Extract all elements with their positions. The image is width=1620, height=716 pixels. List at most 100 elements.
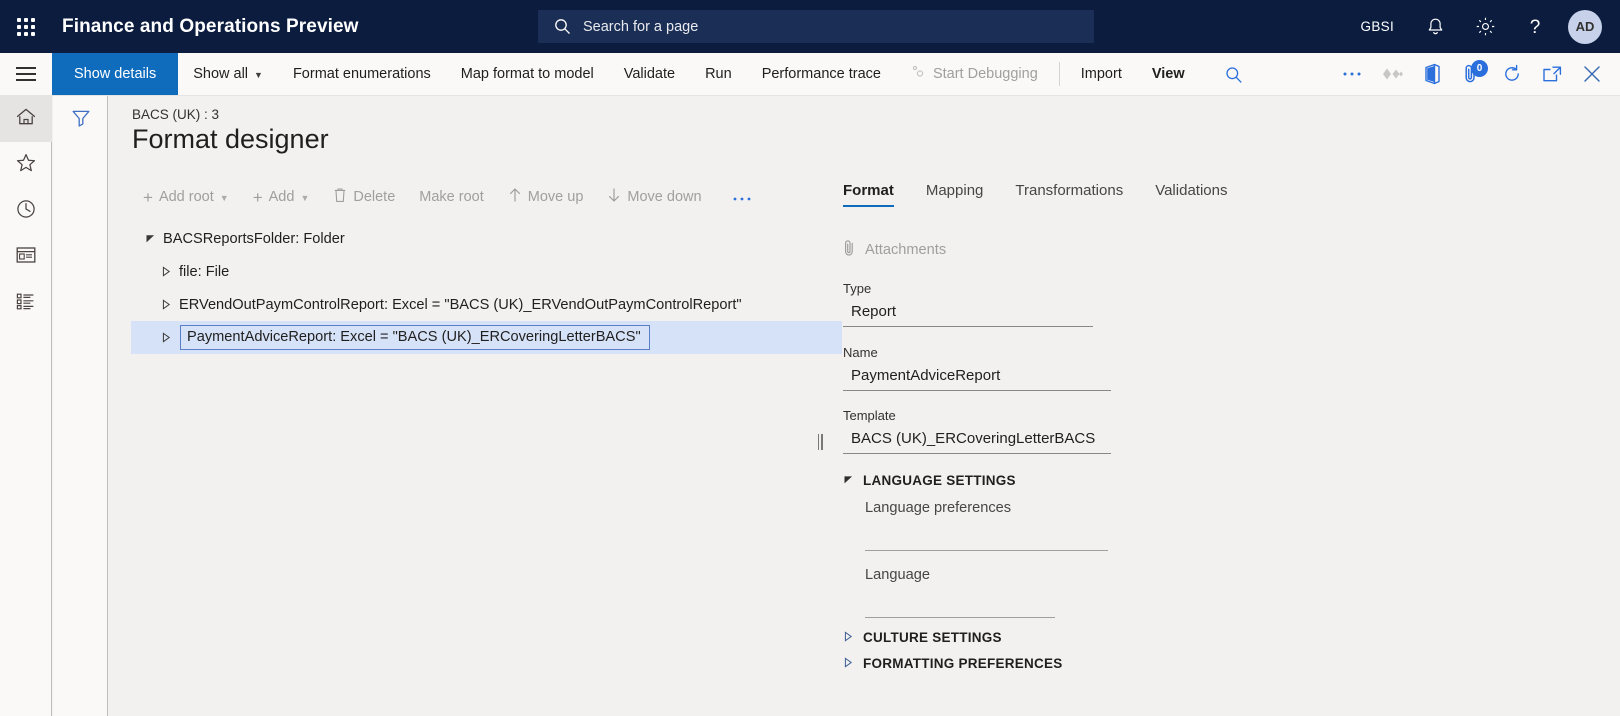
gear-icon[interactable] — [1460, 0, 1510, 53]
company-selector[interactable]: GBSI — [1345, 0, 1410, 53]
collapsed-triangle-icon[interactable] — [153, 299, 179, 310]
overflow-ellipsis-icon — [732, 187, 752, 207]
group-culture-settings-label: CULTURE SETTINGS — [863, 630, 1002, 645]
add-root-button[interactable]: + Add root ▼ — [131, 182, 241, 212]
move-down-label: Move down — [627, 189, 702, 205]
field-type-value[interactable]: Report — [843, 300, 1093, 327]
trash-icon — [333, 187, 347, 207]
performance-trace-button[interactable]: Performance trace — [747, 53, 896, 95]
svg-text:?: ? — [1530, 17, 1541, 38]
bell-icon[interactable] — [1410, 0, 1460, 53]
office-app-icon[interactable] — [1412, 53, 1452, 96]
tree-node-root[interactable]: BACSReportsFolder: Folder — [131, 222, 851, 255]
format-enumerations-button[interactable]: Format enumerations — [278, 53, 446, 95]
top-bar-right-actions: GBSI ? AD — [1345, 0, 1620, 53]
collapsed-triangle-icon[interactable] — [153, 332, 179, 343]
group-formatting-preferences-label: FORMATTING PREFERENCES — [863, 656, 1063, 671]
avatar[interactable]: AD — [1568, 9, 1602, 44]
chevron-down-icon: ▼ — [254, 69, 263, 80]
move-down-button[interactable]: Move down — [595, 182, 713, 212]
field-name: Name PaymentAdviceReport — [843, 345, 1111, 391]
add-label: Add — [268, 189, 295, 205]
search-icon[interactable] — [1214, 53, 1254, 96]
tree-node-file[interactable]: file: File — [131, 255, 851, 288]
rail-item-home[interactable] — [0, 96, 52, 142]
collapsed-triangle-icon — [843, 656, 854, 671]
plus-icon: + — [143, 187, 153, 207]
field-type-label: Type — [843, 281, 872, 296]
refresh-icon[interactable] — [1492, 53, 1532, 96]
personalize-icon[interactable] — [1372, 53, 1412, 96]
performance-trace-label: Performance trace — [761, 66, 881, 82]
app-launcher-icon[interactable] — [0, 0, 52, 53]
show-details-button[interactable]: Show details — [52, 53, 179, 95]
show-details-label: Show details — [74, 66, 157, 82]
field-template-value[interactable]: BACS (UK)_ERCoveringLetterBACS — [843, 427, 1111, 454]
make-root-label: Make root — [419, 189, 484, 205]
group-language-settings[interactable]: LANGUAGE SETTINGS — [843, 473, 1016, 488]
field-name-value[interactable]: PaymentAdviceReport — [843, 364, 1111, 391]
pane-splitter-handle[interactable] — [816, 434, 824, 450]
hamburger-lines — [16, 67, 36, 81]
tree-node-label: file: File — [179, 263, 230, 280]
attachments-icon[interactable]: 0 — [1452, 53, 1492, 96]
tab-transformations-label: Transformations — [1015, 182, 1124, 199]
search-icon — [554, 18, 571, 35]
tree-node-label: BACSReportsFolder: Folder — [163, 230, 345, 247]
tab-validations[interactable]: Validations — [1139, 182, 1243, 207]
search-input[interactable]: Search for a page — [538, 10, 1094, 43]
attachments-badge: 0 — [1471, 59, 1488, 77]
modules-list-icon — [15, 291, 37, 316]
command-separator — [1058, 62, 1060, 86]
arrow-up-icon — [508, 187, 522, 207]
question-mark-icon[interactable]: ? — [1510, 0, 1560, 53]
show-all-button[interactable]: Show all ▼ — [178, 53, 278, 95]
move-up-button[interactable]: Move up — [496, 182, 596, 212]
rail-item-modules[interactable] — [0, 280, 52, 326]
rail-item-favorites[interactable] — [0, 142, 52, 188]
left-navigation-rail — [0, 96, 52, 716]
make-root-button[interactable]: Make root — [407, 182, 495, 212]
map-format-to-model-button[interactable]: Map format to model — [446, 53, 609, 95]
add-button[interactable]: + Add ▼ — [241, 182, 322, 212]
tab-transformations[interactable]: Transformations — [999, 182, 1139, 207]
import-button[interactable]: Import — [1066, 53, 1137, 95]
field-language-preferences-value[interactable] — [865, 516, 1108, 550]
rail-item-recent[interactable] — [0, 188, 52, 234]
command-bar: Show details Show all ▼ Format enumerati… — [0, 53, 1620, 96]
move-up-label: Move up — [527, 189, 584, 205]
tree-toolbar: + Add root ▼ + Add ▼ Delete Make root Mo… — [131, 182, 764, 212]
open-in-new-window-icon[interactable] — [1532, 53, 1572, 96]
run-button[interactable]: Run — [690, 53, 747, 95]
filter-pane — [53, 96, 108, 716]
overflow-ellipsis-icon[interactable] — [1332, 53, 1372, 96]
expanded-triangle-icon[interactable] — [137, 233, 163, 244]
import-label: Import — [1080, 66, 1122, 82]
validate-label: Validate — [623, 66, 676, 82]
tree-overflow-button[interactable] — [714, 182, 764, 212]
tab-mapping[interactable]: Mapping — [910, 182, 1000, 207]
view-button[interactable]: View — [1137, 53, 1200, 95]
chevron-down-icon: ▼ — [300, 192, 310, 203]
close-icon[interactable] — [1572, 53, 1612, 96]
attachments-button[interactable]: Attachments — [843, 239, 946, 261]
tree-node-paymentadvicereport[interactable]: PaymentAdviceReport: Excel = "BACS (UK)_… — [131, 321, 842, 354]
tab-format[interactable]: Format — [835, 182, 910, 207]
format-enumerations-label: Format enumerations — [292, 66, 431, 82]
group-formatting-preferences[interactable]: FORMATTING PREFERENCES — [843, 656, 1063, 671]
start-debugging-button: Start Debugging — [896, 53, 1053, 95]
field-language-value[interactable] — [865, 583, 1055, 617]
hamburger-menu-icon[interactable] — [0, 53, 52, 95]
filter-funnel-icon[interactable] — [53, 96, 108, 140]
group-culture-settings[interactable]: CULTURE SETTINGS — [843, 630, 1002, 645]
validate-button[interactable]: Validate — [609, 53, 690, 95]
tree-node-ervendoutpaymcontrolreport[interactable]: ERVendOutPaymControlReport: Excel = "BAC… — [131, 288, 851, 321]
rail-item-workspaces[interactable] — [0, 234, 52, 280]
collapsed-triangle-icon[interactable] — [153, 266, 179, 277]
properties-pane: Format Mapping Transformations Validatio… — [835, 96, 1395, 716]
delete-button[interactable]: Delete — [321, 182, 407, 212]
recent-clock-icon — [15, 198, 37, 225]
run-label: Run — [705, 66, 732, 82]
home-icon — [15, 106, 37, 133]
top-navigation-bar: Finance and Operations Preview Search fo… — [0, 0, 1620, 53]
